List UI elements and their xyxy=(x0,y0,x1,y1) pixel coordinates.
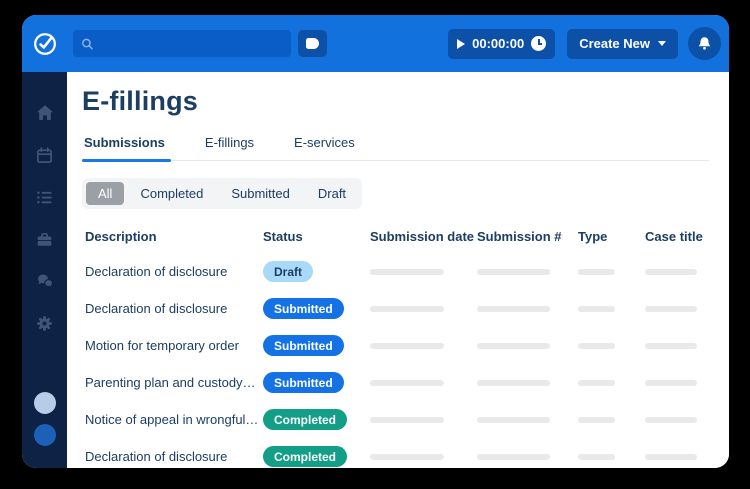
placeholder-bar xyxy=(578,342,615,349)
timer-value: 00:00:00 xyxy=(472,36,525,51)
table-header-row: Description Status Submission date Submi… xyxy=(82,219,709,253)
table-row[interactable]: Declaration of disclosure Completed xyxy=(82,438,709,468)
tab-submissions[interactable]: Submissions xyxy=(82,129,171,162)
sidebar-item-home[interactable] xyxy=(22,92,67,134)
create-new-button[interactable]: Create New xyxy=(567,28,678,59)
placeholder-bar xyxy=(645,268,697,275)
create-new-label: Create New xyxy=(579,36,650,51)
placeholder-bar xyxy=(370,305,444,312)
sidebar-item-messages[interactable] xyxy=(22,260,67,302)
chevron-down-icon xyxy=(658,41,666,46)
placeholder-bar xyxy=(645,342,697,349)
placeholder-bar xyxy=(645,305,697,312)
column-header: Case title xyxy=(645,228,703,244)
tab-e-services[interactable]: E-services xyxy=(292,129,357,160)
tag-filter-button[interactable] xyxy=(298,30,327,57)
placeholder-bar xyxy=(477,342,550,349)
placeholder-bar xyxy=(578,453,615,460)
row-description: Motion for temporary order xyxy=(85,338,239,353)
app-window: 00:00:00 Create New E-fillings Submissio… xyxy=(22,15,729,468)
status-badge: Completed xyxy=(263,409,348,430)
row-description: Notice of appeal in wrongful… xyxy=(85,412,259,427)
play-icon xyxy=(457,38,466,49)
column-header: Type xyxy=(578,228,608,244)
tag-icon xyxy=(306,38,319,49)
filter-completed[interactable]: Completed xyxy=(128,182,215,205)
sidebar-item-cases[interactable] xyxy=(22,218,67,260)
status-badge: Draft xyxy=(263,261,314,282)
status-badge: Submitted xyxy=(263,335,344,356)
main-content: E-fillings Submissions E-fillings E-serv… xyxy=(67,72,729,468)
placeholder-bar xyxy=(645,416,697,423)
search-box[interactable] xyxy=(73,30,291,57)
sidebar-item-tasks[interactable] xyxy=(22,176,67,218)
row-description: Parenting plan and custody… xyxy=(85,375,256,390)
sidebar-item-calendar[interactable] xyxy=(22,134,67,176)
status-badge: Submitted xyxy=(263,372,344,393)
tab-e-fillings[interactable]: E-fillings xyxy=(203,129,256,160)
clock-icon xyxy=(531,36,547,51)
placeholder-bar xyxy=(578,268,615,275)
row-description: Declaration of disclosure xyxy=(85,264,228,279)
submissions-table: Description Status Submission date Submi… xyxy=(82,219,709,468)
search-input[interactable] xyxy=(99,36,283,51)
app-logo xyxy=(22,30,67,58)
placeholder-bar xyxy=(477,305,550,312)
placeholder-bar xyxy=(370,268,444,275)
check-circle-logo-icon xyxy=(33,32,56,55)
page-title: E-fillings xyxy=(82,86,198,116)
column-header: Description xyxy=(85,228,157,244)
placeholder-bar xyxy=(477,453,550,460)
filter-all[interactable]: All xyxy=(86,182,125,205)
status-filter-group: All Completed Submitted Draft xyxy=(82,178,363,209)
placeholder-bar xyxy=(477,268,550,275)
briefcase-icon xyxy=(37,232,52,246)
bell-icon xyxy=(698,37,711,50)
list-icon xyxy=(37,191,52,203)
table-row[interactable]: Declaration of disclosure Submitted xyxy=(82,290,709,327)
tab-bar: Submissions E-fillings E-services xyxy=(82,129,709,162)
placeholder-bar xyxy=(578,379,615,386)
notifications-button[interactable] xyxy=(688,27,721,60)
timer-button[interactable]: 00:00:00 xyxy=(448,28,556,59)
topbar: 00:00:00 Create New xyxy=(22,15,729,72)
table-row[interactable]: Motion for temporary order Submitted xyxy=(82,327,709,364)
placeholder-bar xyxy=(477,416,550,423)
table-row[interactable]: Notice of appeal in wrongful… Completed xyxy=(82,401,709,438)
filter-draft[interactable]: Draft xyxy=(306,182,358,205)
table-row[interactable]: Parenting plan and custody… Submitted xyxy=(82,364,709,401)
avatar-light[interactable] xyxy=(33,392,56,414)
avatar-blue[interactable] xyxy=(33,424,56,446)
placeholder-bar xyxy=(645,379,697,386)
placeholder-bar xyxy=(645,453,697,460)
placeholder-bar xyxy=(578,305,615,312)
filter-submitted[interactable]: Submitted xyxy=(219,182,302,205)
placeholder-bar xyxy=(370,416,444,423)
row-description: Declaration of disclosure xyxy=(85,449,228,464)
status-badge: Completed xyxy=(263,446,348,467)
chat-icon xyxy=(37,274,53,289)
gear-icon xyxy=(37,315,52,331)
home-icon xyxy=(36,105,53,120)
column-header: Submission # xyxy=(477,228,562,244)
search-icon xyxy=(82,38,93,49)
table-row[interactable]: Declaration of disclosure Draft xyxy=(82,253,709,290)
column-header: Status xyxy=(263,228,303,244)
placeholder-bar xyxy=(370,342,444,349)
placeholder-bar xyxy=(578,416,615,423)
sidebar-item-settings[interactable] xyxy=(22,302,67,344)
row-description: Declaration of disclosure xyxy=(85,301,228,316)
status-badge: Submitted xyxy=(263,298,344,319)
sidebar xyxy=(22,72,67,468)
placeholder-bar xyxy=(370,453,444,460)
placeholder-bar xyxy=(477,379,550,386)
placeholder-bar xyxy=(370,379,444,386)
calendar-icon xyxy=(36,146,53,163)
column-header: Submission date xyxy=(370,228,475,244)
